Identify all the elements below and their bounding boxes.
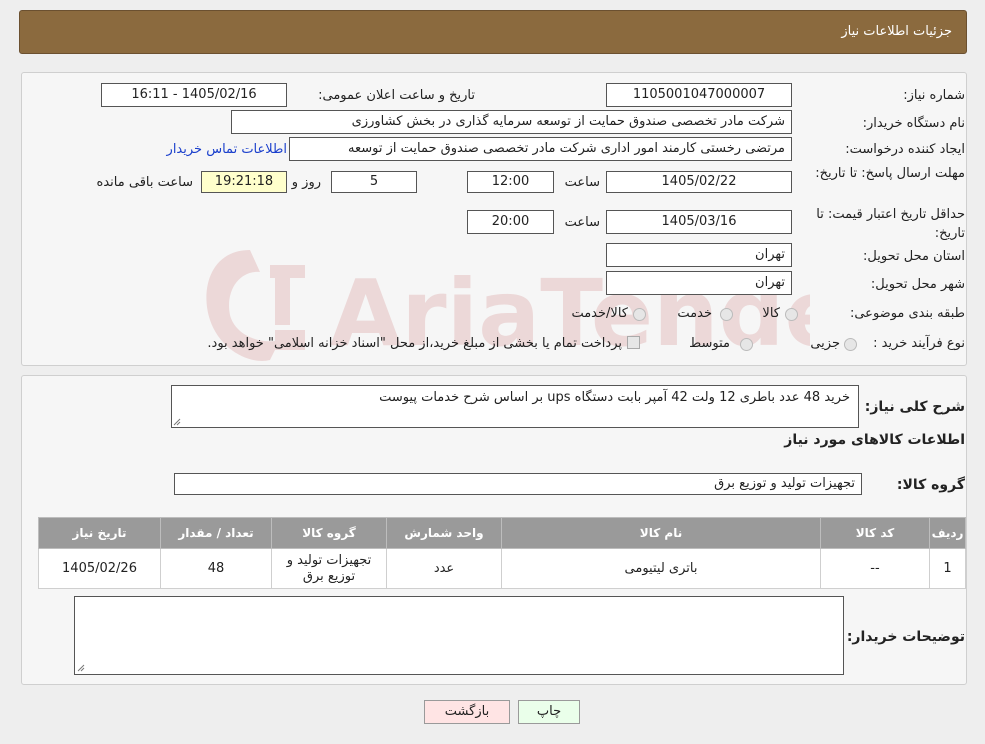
print-button[interactable]: چاپ — [518, 700, 580, 724]
col-header-date: تاریخ نیاز — [38, 517, 161, 549]
price-validity-time-field: 20:00 — [467, 210, 554, 234]
buyer-org-field: شرکت مادر تخصصی صندوق حمایت از توسعه سرم… — [231, 110, 792, 134]
price-validity-date-field: 1405/03/16 — [606, 210, 792, 234]
goods-info-title: اطلاعات کالاهای مورد نیاز — [784, 432, 965, 448]
category-option-both-label: کالا/خدمت — [571, 306, 628, 321]
goods-group-label: گروه کالا: — [896, 477, 965, 493]
buyer-notes-textarea[interactable] — [74, 596, 844, 675]
reply-time-label: ساعت — [564, 175, 600, 190]
city-label: شهر محل تحویل: — [870, 277, 965, 292]
remaining-days-field: 5 — [331, 171, 417, 193]
requester-label: ایجاد کننده درخواست: — [845, 142, 965, 157]
requester-field: مرتضی رخستی کارمند امور اداری شرکت مادر … — [289, 137, 792, 161]
price-validity-label: حداقل تاریخ اعتبار قیمت: تا تاریخ: — [816, 207, 965, 241]
treasury-checkbox-icon[interactable] — [627, 336, 640, 349]
col-header-group: گروه کالا — [271, 517, 387, 549]
cell-code: -- — [820, 548, 930, 589]
treasury-note: پرداخت تمام یا بخشی از مبلغ خرید،از محل … — [207, 336, 622, 351]
need-number-label: شماره نیاز: — [903, 88, 965, 103]
category-option-service-label: خدمت — [677, 306, 712, 321]
process-option-medium-label: متوسط — [689, 336, 730, 351]
resize-handle-icon[interactable] — [77, 664, 85, 672]
col-header-code: کد کالا — [820, 517, 930, 549]
reply-deadline-time-field: 12:00 — [467, 171, 554, 193]
category-label: طبقه بندی موضوعی: — [849, 306, 965, 321]
buyer-org-label: نام دستگاه خریدار: — [862, 116, 965, 131]
col-header-name: نام کالا — [501, 517, 821, 549]
goods-table: ردیف کد کالا نام کالا واحد شمارش گروه کا… — [38, 517, 966, 589]
process-label: نوع فرآیند خرید : — [873, 336, 965, 351]
cell-row-number: 1 — [929, 548, 966, 589]
buyer-contact-link[interactable]: اطلاعات تماس خریدار — [167, 142, 287, 157]
resize-handle-icon[interactable] — [173, 418, 181, 426]
city-field: تهران — [606, 271, 792, 295]
summary-textarea: خرید 48 عدد باطری 12 ولت 42 آمپر بابت دس… — [171, 385, 859, 428]
category-option-service-radio[interactable] — [720, 308, 733, 321]
category-option-goods-label: کالا — [762, 306, 780, 321]
province-field: تهران — [606, 243, 792, 267]
buyer-notes-label: توضیحات خریدار: — [846, 629, 965, 645]
summary-label: شرح کلی نیاز: — [864, 399, 965, 415]
process-option-medium-radio[interactable] — [740, 338, 753, 351]
col-header-row-number: ردیف — [929, 517, 966, 549]
col-header-unit: واحد شمارش — [386, 517, 502, 549]
process-option-minor-radio[interactable] — [844, 338, 857, 351]
reply-deadline-date-field: 1405/02/22 — [606, 171, 792, 193]
process-option-minor-label: جزیی — [810, 336, 840, 351]
announce-field: 1405/02/16 - 16:11 — [101, 83, 287, 107]
col-header-quantity: تعداد / مقدار — [160, 517, 272, 549]
category-option-both-radio[interactable] — [633, 308, 646, 321]
price-time-label: ساعت — [564, 215, 600, 230]
cell-date: 1405/02/26 — [38, 548, 161, 589]
days-label: روز و — [291, 175, 321, 190]
remaining-time-field: 19:21:18 — [201, 171, 287, 193]
cell-name: باتری لیتیومی — [501, 548, 821, 589]
need-number-field: 1105001047000007 — [606, 83, 792, 107]
cell-unit: عدد — [386, 548, 502, 589]
page-header: جزئیات اطلاعات نیاز — [19, 10, 967, 54]
back-button[interactable]: بازگشت — [424, 700, 510, 724]
goods-group-field: تجهیزات تولید و توزیع برق — [174, 473, 862, 495]
category-option-goods-radio[interactable] — [785, 308, 798, 321]
cell-group: تجهیزات تولید و توزیع برق — [271, 548, 387, 589]
remaining-label: ساعت باقی مانده — [96, 175, 193, 190]
cell-quantity: 48 — [160, 548, 272, 589]
province-label: استان محل تحویل: — [863, 249, 965, 264]
page-title: جزئیات اطلاعات نیاز — [841, 24, 952, 39]
table-row: 1 -- باتری لیتیومی عدد تجهیزات تولید و ت… — [38, 548, 966, 589]
summary-text: خرید 48 عدد باطری 12 ولت 42 آمپر بابت دس… — [379, 390, 850, 405]
reply-deadline-label: مهلت ارسال پاسخ: تا تاریخ: — [815, 166, 965, 181]
announce-label: تاریخ و ساعت اعلان عمومی: — [318, 88, 475, 103]
table-header-row: ردیف کد کالا نام کالا واحد شمارش گروه کا… — [38, 517, 966, 549]
